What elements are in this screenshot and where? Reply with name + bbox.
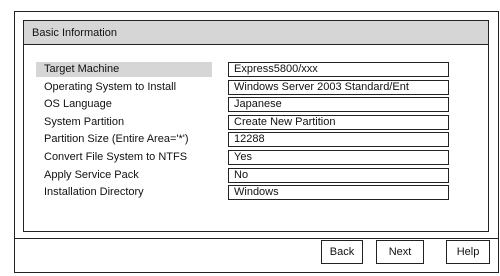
- row-operating-system[interactable]: Operating System to Install Windows Serv…: [36, 79, 478, 95]
- row-label: Convert File System to NTFS: [44, 150, 188, 163]
- row-installation-directory[interactable]: Installation Directory Windows: [36, 185, 478, 201]
- row-system-partition[interactable]: System Partition Create New Partition: [36, 114, 478, 130]
- row-label: System Partition: [44, 115, 125, 128]
- row-value-field: Windows: [228, 185, 449, 201]
- row-value-field: Japanese: [228, 97, 449, 113]
- row-apply-service-pack[interactable]: Apply Service Pack No: [36, 167, 478, 183]
- row-partition-size[interactable]: Partition Size (Entire Area='*') 12288: [36, 132, 478, 148]
- back-button[interactable]: Back: [321, 240, 363, 264]
- row-label: Operating System to Install: [44, 80, 177, 93]
- next-button[interactable]: Next: [376, 240, 424, 264]
- row-convert-ntfs[interactable]: Convert File System to NTFS Yes: [36, 149, 478, 165]
- row-label: Apply Service Pack: [44, 168, 139, 181]
- row-label: Installation Directory: [44, 186, 144, 199]
- help-button[interactable]: Help: [446, 240, 490, 264]
- setup-window: Basic Information Target Machine Express…: [14, 11, 499, 273]
- row-label: OS Language: [44, 98, 112, 111]
- row-value-field: No: [228, 167, 449, 183]
- button-bar-divider: [15, 238, 498, 239]
- row-value-field: Create New Partition: [228, 114, 449, 130]
- basic-information-panel: Basic Information Target Machine Express…: [23, 20, 489, 232]
- row-value-field: Yes: [228, 149, 449, 165]
- row-label: Partition Size (Entire Area='*'): [44, 133, 189, 146]
- settings-list: Target Machine Express5800/xxx Operating…: [36, 62, 478, 203]
- row-label: Target Machine: [36, 62, 212, 77]
- panel-title: Basic Information: [24, 21, 488, 45]
- row-value-field: Windows Server 2003 Standard/Ent: [228, 79, 449, 95]
- row-value-field: Express5800/xxx: [228, 62, 449, 77]
- row-os-language[interactable]: OS Language Japanese: [36, 97, 478, 113]
- row-target-machine[interactable]: Target Machine Express5800/xxx: [36, 62, 478, 77]
- row-value-field: 12288: [228, 132, 449, 148]
